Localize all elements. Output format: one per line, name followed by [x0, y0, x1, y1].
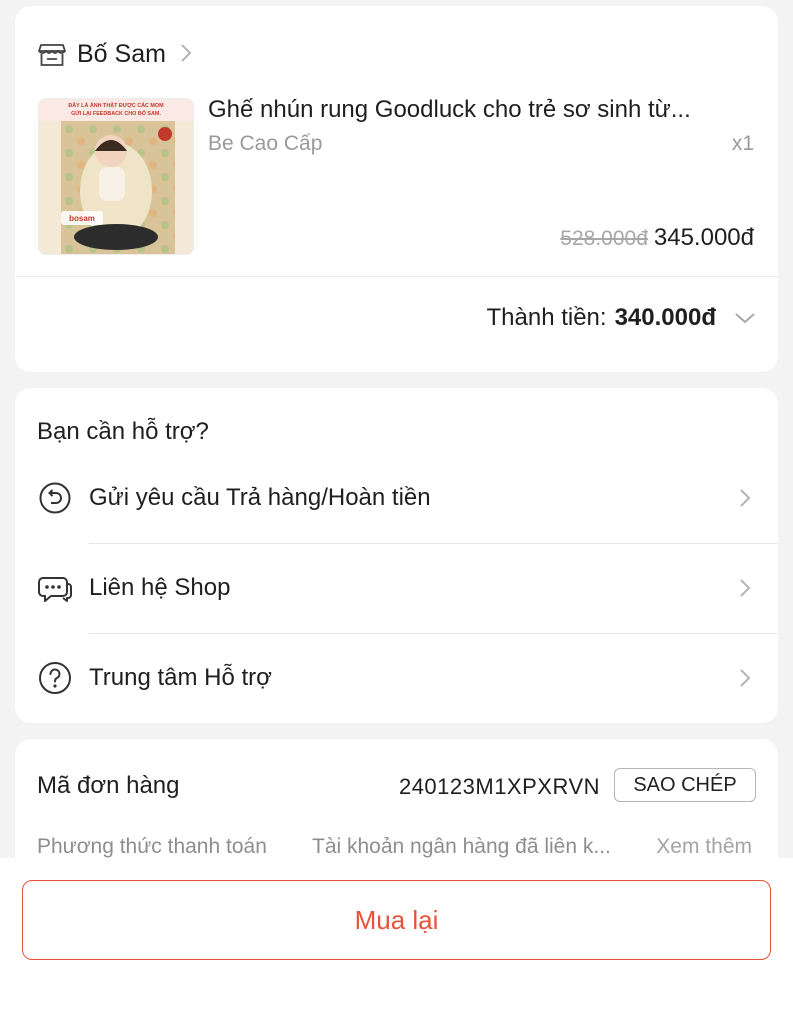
- store-icon: [38, 44, 66, 66]
- order-id-label: Mã đơn hàng: [37, 772, 180, 799]
- payment-method-label: Phương thức thanh toán: [37, 835, 267, 858]
- bottom-action-bar: Mua lại: [0, 858, 793, 1024]
- order-item-card: Bố Sam ĐÂY LÀ ẢNH THẬT ĐƯỢC CÁC MOM GỬI …: [15, 6, 778, 372]
- order-total-row[interactable]: Thành tiền: 340.000đ: [486, 304, 756, 332]
- total-value: 340.000đ: [614, 304, 716, 331]
- sale-price: 345.000đ: [653, 224, 754, 251]
- total-label: Thành tiền:: [486, 304, 607, 331]
- support-item-help-center[interactable]: Trung tâm Hỗ trợ: [15, 633, 778, 723]
- support-item-return-refund[interactable]: Gửi yêu cầu Trả hàng/Hoàn tiền: [15, 453, 778, 543]
- help-icon: [39, 662, 71, 694]
- return-icon: [39, 482, 71, 514]
- svg-text:GỬI LẠI FEEDBACK CHO BỐ SAM.: GỬI LẠI FEEDBACK CHO BỐ SAM.: [71, 110, 161, 117]
- thumb-caption: ĐÂY LÀ ẢNH THẬT ĐƯỢC CÁC MOM: [68, 102, 164, 109]
- payment-method-row: Phương thức thanh toán Tài khoản ngân hà…: [37, 835, 752, 859]
- shop-name: Bố Sam: [77, 39, 166, 68]
- buy-again-button[interactable]: Mua lại: [22, 880, 771, 960]
- support-item-contact-shop[interactable]: Liên hệ Shop: [15, 543, 778, 633]
- support-item-label: Liên hệ Shop: [89, 574, 231, 601]
- support-item-label: Trung tâm Hỗ trợ: [89, 664, 272, 691]
- product-title[interactable]: Ghế nhún rung Goodluck cho trẻ sơ sinh t…: [208, 96, 758, 124]
- original-price: 528.000đ: [560, 227, 648, 250]
- support-item-label: Gửi yêu cầu Trả hàng/Hoàn tiền: [89, 484, 431, 511]
- price-row: 528.000đ 345.000đ: [560, 224, 754, 252]
- shop-header[interactable]: Bố Sam: [37, 34, 192, 74]
- chevron-down-icon: [735, 313, 755, 324]
- support-card: Bạn cần hỗ trợ? Gửi yêu cầu Trả hàng/Hoà…: [15, 388, 778, 723]
- divider: [15, 276, 778, 277]
- product-quantity: x1: [731, 132, 754, 155]
- chevron-right-icon: [740, 579, 751, 597]
- support-title: Bạn cần hỗ trợ?: [37, 418, 209, 445]
- product-variant: Be Cao Cấp: [208, 132, 323, 155]
- see-more-link[interactable]: Xem thêm: [656, 835, 752, 859]
- chat-icon: [38, 577, 72, 602]
- order-id-value: 240123M1XPXRVN: [398, 774, 600, 799]
- chevron-right-icon: [180, 41, 192, 67]
- copy-order-id-button[interactable]: SAO CHÉP: [614, 768, 756, 802]
- chevron-right-icon: [740, 489, 751, 507]
- product-thumbnail[interactable]: ĐÂY LÀ ẢNH THẬT ĐƯỢC CÁC MOM GỬI LẠI FEE…: [38, 98, 194, 255]
- chevron-right-icon: [740, 669, 751, 687]
- thumb-brand: bosam: [69, 214, 95, 223]
- payment-method-value: Tài khoản ngân hàng đã liên k...: [312, 835, 611, 858]
